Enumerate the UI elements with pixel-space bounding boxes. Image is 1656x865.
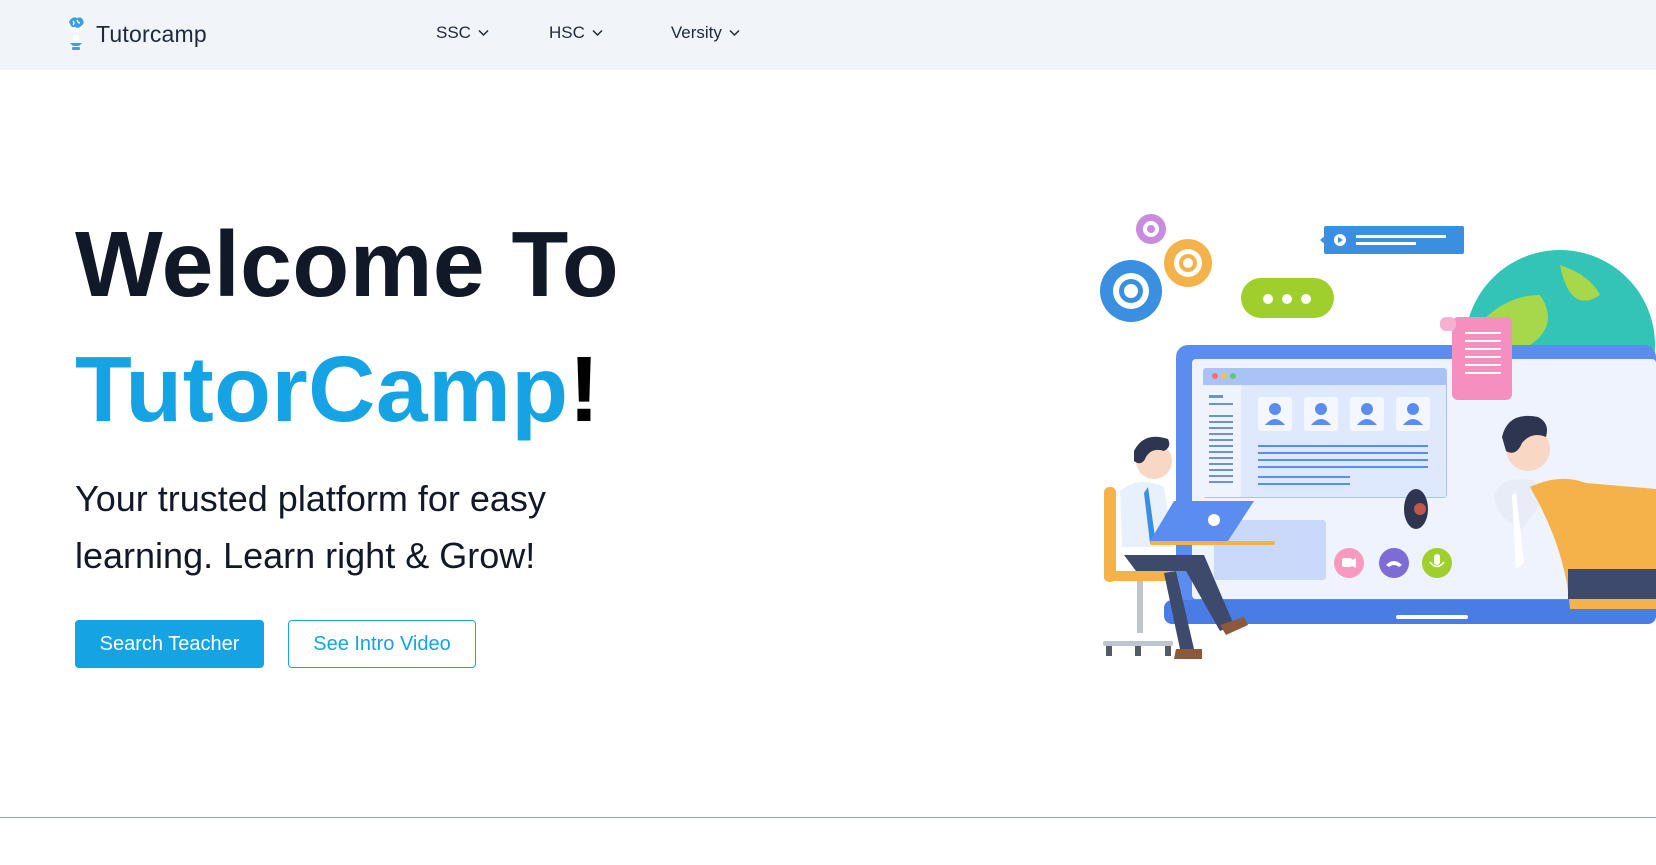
chevron-down-icon	[478, 29, 489, 37]
chevron-down-icon	[592, 29, 603, 37]
main-nav: SSC HSC Versity	[436, 22, 740, 44]
hero-title-exclaim: !	[568, 337, 601, 441]
brand-link[interactable]: Tutorcamp	[64, 14, 207, 54]
top-navbar: Tutorcamp SSC HSC Versity	[0, 0, 1656, 70]
video-message-icon	[1320, 226, 1464, 254]
gear-icon	[1100, 260, 1162, 322]
brand-name: Tutorcamp	[96, 20, 207, 47]
nav-item-versity[interactable]: Versity	[671, 22, 740, 44]
lightbulb-brain-icon	[68, 16, 84, 50]
hero-title-brand: TutorCamp	[75, 337, 569, 441]
nav-item-label: Versity	[670, 23, 722, 42]
nav-item-hsc[interactable]: HSC	[549, 22, 603, 44]
chat-bubble-icon	[1241, 278, 1334, 318]
hero-subtitle: Your trusted platform for easy learning.…	[75, 478, 546, 576]
hero-title-line1: Welcome To	[75, 212, 620, 316]
hero-title-line2: TutorCamp!	[75, 343, 600, 436]
page-divider	[0, 817, 1656, 818]
gear-icon	[1164, 239, 1212, 287]
online-class-illustration	[1100, 214, 1656, 659]
chevron-down-icon	[729, 29, 740, 37]
nav-item-label: SSC	[436, 23, 471, 42]
nav-item-label: HSC	[548, 23, 585, 42]
nav-item-ssc[interactable]: SSC	[436, 22, 489, 44]
gear-icon	[1136, 214, 1166, 244]
page: Tutorcamp SSC HSC Versity Welcome To Tut…	[0, 0, 1656, 865]
search-teacher-button[interactable]: Search Teacher	[75, 620, 264, 668]
see-intro-video-button[interactable]: See Intro Video	[288, 620, 476, 668]
